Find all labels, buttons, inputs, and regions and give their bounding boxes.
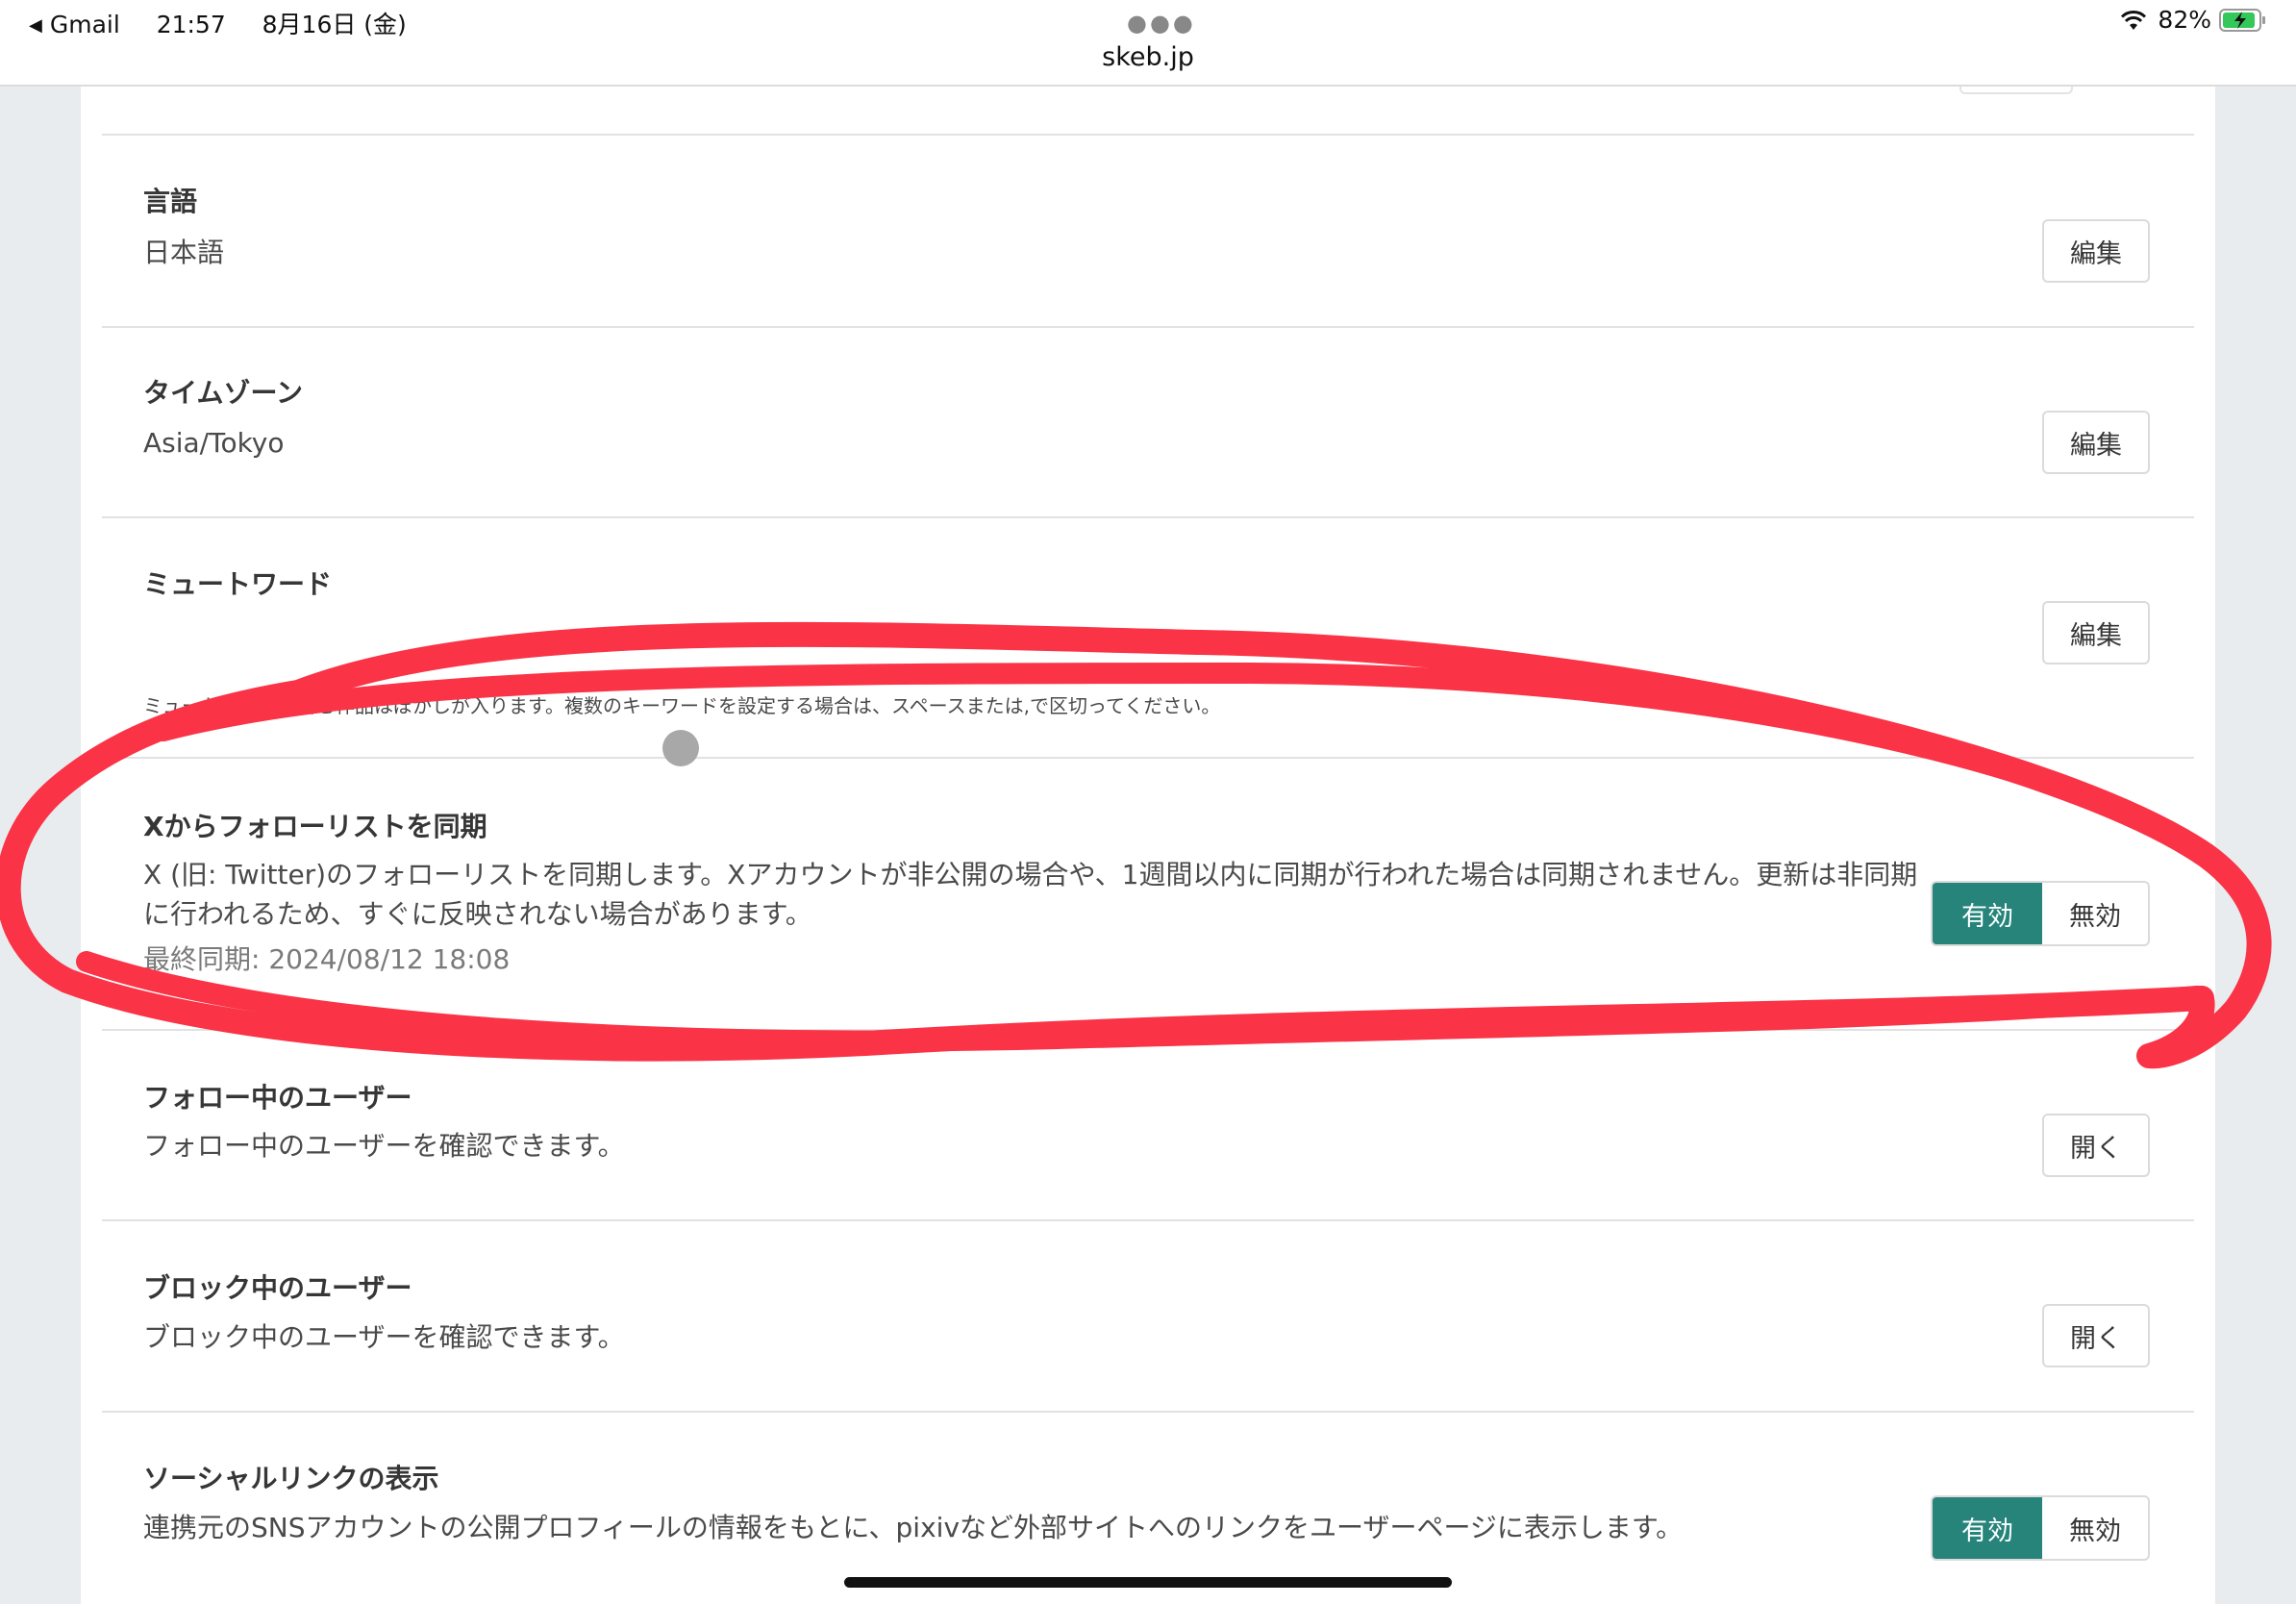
divider xyxy=(102,1411,2194,1413)
status-bar: ◀ Gmail 21:57 8月16日 (金) ●●● skeb.jp 82% xyxy=(0,0,2296,87)
social-links-enable-button[interactable]: 有効 xyxy=(1933,1497,2042,1559)
status-left: ◀ Gmail 21:57 8月16日 (金) xyxy=(29,6,407,40)
following-open-button[interactable]: 開く xyxy=(2042,1114,2150,1177)
x-sync-desc-line1: X (旧: Twitter)のフォローリストを同期します。Xアカウントが非公開の… xyxy=(143,859,1918,890)
home-indicator[interactable] xyxy=(844,1577,1452,1588)
divider xyxy=(102,1029,2194,1031)
touch-indicator xyxy=(662,730,699,766)
divider xyxy=(102,326,2194,328)
url-label[interactable]: skeb.jp xyxy=(0,42,2296,72)
battery-percent: 82% xyxy=(2158,6,2211,34)
mute-words-edit-button[interactable]: 編集 xyxy=(2042,601,2150,664)
x-sync-disable-button[interactable]: 無効 xyxy=(2042,883,2148,944)
back-to-app-link[interactable]: ◀ Gmail xyxy=(29,11,120,38)
x-sync-toggle: 有効 無効 xyxy=(1931,881,2150,946)
status-right: 82% xyxy=(2119,6,2267,34)
status-time: 21:57 xyxy=(156,11,226,38)
language-title: 言語 xyxy=(143,186,198,217)
x-sync-enable-button[interactable]: 有効 xyxy=(1933,883,2042,944)
social-links-toggle: 有効 無効 xyxy=(1931,1495,2150,1561)
back-triangle-icon: ◀ xyxy=(29,15,42,36)
social-links-title: ソーシャルリンクの表示 xyxy=(143,1463,439,1494)
back-app-label: Gmail xyxy=(49,11,120,38)
blocked-open-button[interactable]: 開く xyxy=(2042,1304,2150,1367)
timezone-edit-button[interactable]: 編集 xyxy=(2042,411,2150,474)
divider xyxy=(102,1219,2194,1221)
divider xyxy=(102,516,2194,518)
mute-words-title: ミュートワード xyxy=(143,568,333,600)
mute-words-help: ミュートワードを含む作品はぼかしが入ります。複数のキーワードを設定する場合は、ス… xyxy=(143,694,1221,717)
following-title: フォロー中のユーザー xyxy=(143,1082,412,1114)
status-date: 8月16日 (金) xyxy=(262,11,407,38)
x-sync-title: Xからフォローリストを同期 xyxy=(143,811,487,842)
timezone-value: Asia/Tokyo xyxy=(143,427,285,459)
divider xyxy=(102,757,2194,759)
multitasking-dots-icon[interactable]: ●●● xyxy=(1127,10,1196,37)
blocked-title: ブロック中のユーザー xyxy=(143,1272,412,1304)
language-value: 日本語 xyxy=(143,237,225,268)
social-links-disable-button[interactable]: 無効 xyxy=(2042,1497,2148,1559)
wifi-icon xyxy=(2121,10,2147,30)
battery-charging-icon xyxy=(2219,8,2265,32)
social-links-desc: 連携元のSNSアカウントの公開プロフィールの情報をもとに、pixivなど外部サイ… xyxy=(143,1512,1684,1543)
timezone-title: タイムゾーン xyxy=(143,377,304,409)
blocked-desc: ブロック中のユーザーを確認できます。 xyxy=(143,1321,625,1353)
x-sync-last-sync: 最終同期: 2024/08/12 18:08 xyxy=(143,943,511,975)
x-sync-desc-line2: に行われるため、すぐに反映されない場合があります。 xyxy=(143,898,812,930)
language-edit-button[interactable]: 編集 xyxy=(2042,219,2150,283)
following-desc: フォロー中のユーザーを確認できます。 xyxy=(143,1130,625,1162)
settings-card xyxy=(81,85,2215,1604)
divider xyxy=(102,134,2194,136)
